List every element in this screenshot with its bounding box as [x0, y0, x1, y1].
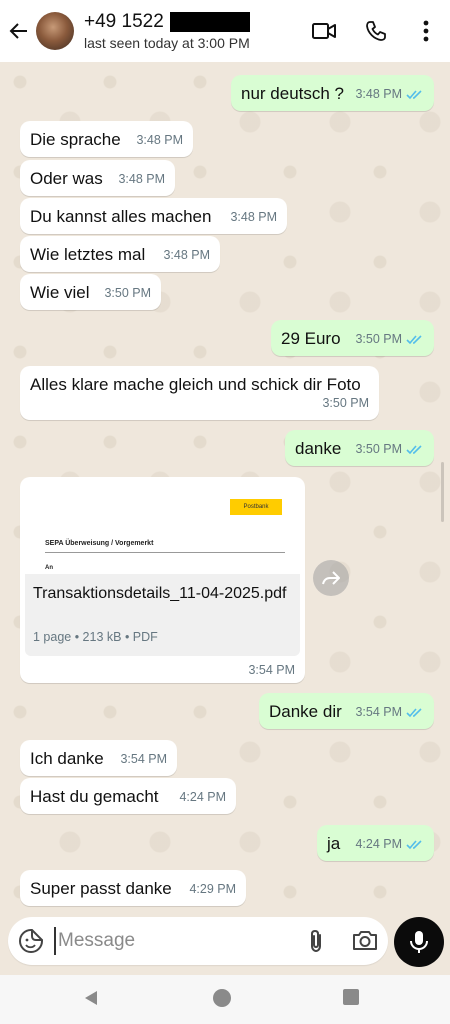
avatar[interactable]	[36, 12, 74, 50]
message-meta: 3:50 PM	[355, 438, 424, 460]
read-ticks-icon	[406, 839, 422, 849]
sticker-icon	[19, 929, 43, 953]
voice-call-button[interactable]	[362, 17, 390, 45]
contact-info[interactable]: +49 1522 last seen today at 3:00 PM	[84, 11, 250, 51]
attach-icon	[311, 929, 321, 953]
video-call-button[interactable]	[310, 17, 338, 45]
contact-name: +49 1522	[84, 11, 164, 32]
system-navigation-bar	[0, 975, 450, 1024]
message-text: 29 Euro	[281, 329, 341, 348]
message-time: 3:48 PM	[118, 172, 165, 186]
voice-record-button[interactable]	[394, 917, 444, 967]
more-options-button[interactable]	[412, 17, 440, 45]
message-time: 3:48 PM	[136, 133, 183, 147]
message-text: Hast du gemacht	[30, 787, 159, 806]
chat-scrollbar[interactable]	[441, 462, 444, 522]
message-text: Alles klare mache gleich und schick dir …	[30, 375, 361, 394]
message-text: Die sprache	[30, 130, 121, 149]
message-text: Du kannst alles machen	[30, 207, 212, 226]
document-message[interactable]: Postbank SEPA Überweisung / Vorgemerkt A…	[20, 477, 305, 683]
message-meta: 4:24 PM	[355, 833, 424, 855]
message-time: 3:54 PM	[120, 752, 167, 766]
message-time: 3:50 PM	[322, 396, 369, 410]
message-meta: 3:48 PM	[355, 83, 424, 105]
message-text: Oder was	[30, 169, 103, 188]
message-composer	[8, 917, 388, 965]
nav-home-icon[interactable]	[213, 989, 231, 1007]
message-bubble-incoming[interactable]: Ich danke 3:54 PM	[20, 740, 177, 776]
nav-back-icon[interactable]	[82, 989, 100, 1007]
read-ticks-icon	[406, 444, 422, 454]
message-time: 3:48 PM	[355, 87, 402, 101]
message-input[interactable]	[54, 927, 284, 955]
read-ticks-icon	[406, 89, 422, 99]
message-bubble-outgoing[interactable]: nur deutsch ? 3:48 PM	[231, 75, 434, 111]
camera-icon	[353, 931, 377, 950]
message-bubble-outgoing[interactable]: Danke dir 3:54 PM	[259, 693, 434, 729]
message-bubble-incoming[interactable]: Wie viel 3:50 PM	[20, 274, 161, 310]
nav-recents-icon[interactable]	[343, 989, 359, 1005]
message-bubble-outgoing[interactable]: 29 Euro 3:50 PM	[271, 320, 434, 356]
message-text: Super passt danke	[30, 879, 172, 898]
message-text: nur deutsch ?	[241, 84, 345, 103]
back-arrow-icon	[9, 23, 27, 39]
message-time: 4:24 PM	[179, 790, 226, 804]
more-options-icon	[423, 20, 429, 42]
video-call-icon	[312, 23, 336, 39]
attach-button[interactable]	[303, 928, 329, 954]
message-text: Wie letztes mal	[30, 245, 146, 264]
read-ticks-icon	[406, 334, 422, 344]
message-bubble-incoming[interactable]: Hast du gemacht 4:24 PM	[20, 778, 236, 814]
forward-button[interactable]	[313, 560, 349, 596]
message-meta: 3:50 PM	[355, 328, 424, 350]
message-text: Danke dir	[269, 702, 342, 721]
message-time: 3:48 PM	[230, 210, 277, 224]
document-details: 1 page • 213 kB • PDF	[33, 630, 158, 644]
message-time: 4:24 PM	[355, 837, 402, 851]
preview-field-label: An	[45, 565, 53, 571]
message-text: danke	[295, 439, 342, 458]
message-time: 4:29 PM	[189, 882, 236, 896]
message-bubble-incoming[interactable]: Super passt danke 4:29 PM	[20, 870, 246, 906]
message-bubble-incoming[interactable]: Die sprache 3:48 PM	[20, 121, 193, 157]
document-preview[interactable]: Postbank SEPA Überweisung / Vorgemerkt A…	[25, 482, 300, 574]
forward-icon	[322, 571, 340, 585]
sticker-button[interactable]	[18, 928, 44, 954]
message-time: 3:50 PM	[104, 286, 151, 300]
postbank-logo: Postbank	[230, 499, 282, 515]
chat-area[interactable]: nur deutsch ? 3:48 PM Die sprache 3:48 P…	[0, 62, 450, 918]
phone-icon	[366, 21, 386, 41]
back-button[interactable]	[2, 0, 36, 62]
read-ticks-icon	[406, 707, 422, 717]
chat-header: +49 1522 last seen today at 3:00 PM	[0, 0, 450, 62]
redaction-bar	[169, 12, 250, 32]
message-text: Wie viel	[30, 283, 90, 302]
message-bubble-outgoing[interactable]: danke 3:50 PM	[285, 430, 434, 466]
message-text: ja	[327, 834, 341, 853]
message-time: 3:48 PM	[163, 248, 210, 262]
message-time: 3:50 PM	[355, 332, 402, 346]
microphone-icon	[410, 931, 428, 953]
message-bubble-incoming[interactable]: Alles klare mache gleich und schick dir …	[20, 366, 379, 420]
message-text: Ich danke	[30, 749, 104, 768]
document-info[interactable]: Transaktionsdetails_11-04-2025.pdf 1 pag…	[25, 574, 300, 656]
camera-button[interactable]	[351, 928, 379, 954]
document-filename: Transaktionsdetails_11-04-2025.pdf	[33, 585, 287, 602]
message-bubble-incoming[interactable]: Du kannst alles machen 3:48 PM	[20, 198, 287, 234]
message-time: 3:54 PM	[248, 663, 295, 677]
message-time: 3:50 PM	[355, 442, 402, 456]
last-seen-status: last seen today at 3:00 PM	[84, 35, 250, 51]
preview-heading: SEPA Überweisung / Vorgemerkt	[45, 540, 154, 547]
message-bubble-incoming[interactable]: Wie letztes mal 3:48 PM	[20, 236, 220, 272]
message-time: 3:54 PM	[355, 705, 402, 719]
message-bubble-outgoing[interactable]: ja 4:24 PM	[317, 825, 434, 861]
message-meta: 3:54 PM	[355, 701, 424, 723]
message-bubble-incoming[interactable]: Oder was 3:48 PM	[20, 160, 175, 196]
preview-divider	[45, 552, 285, 553]
